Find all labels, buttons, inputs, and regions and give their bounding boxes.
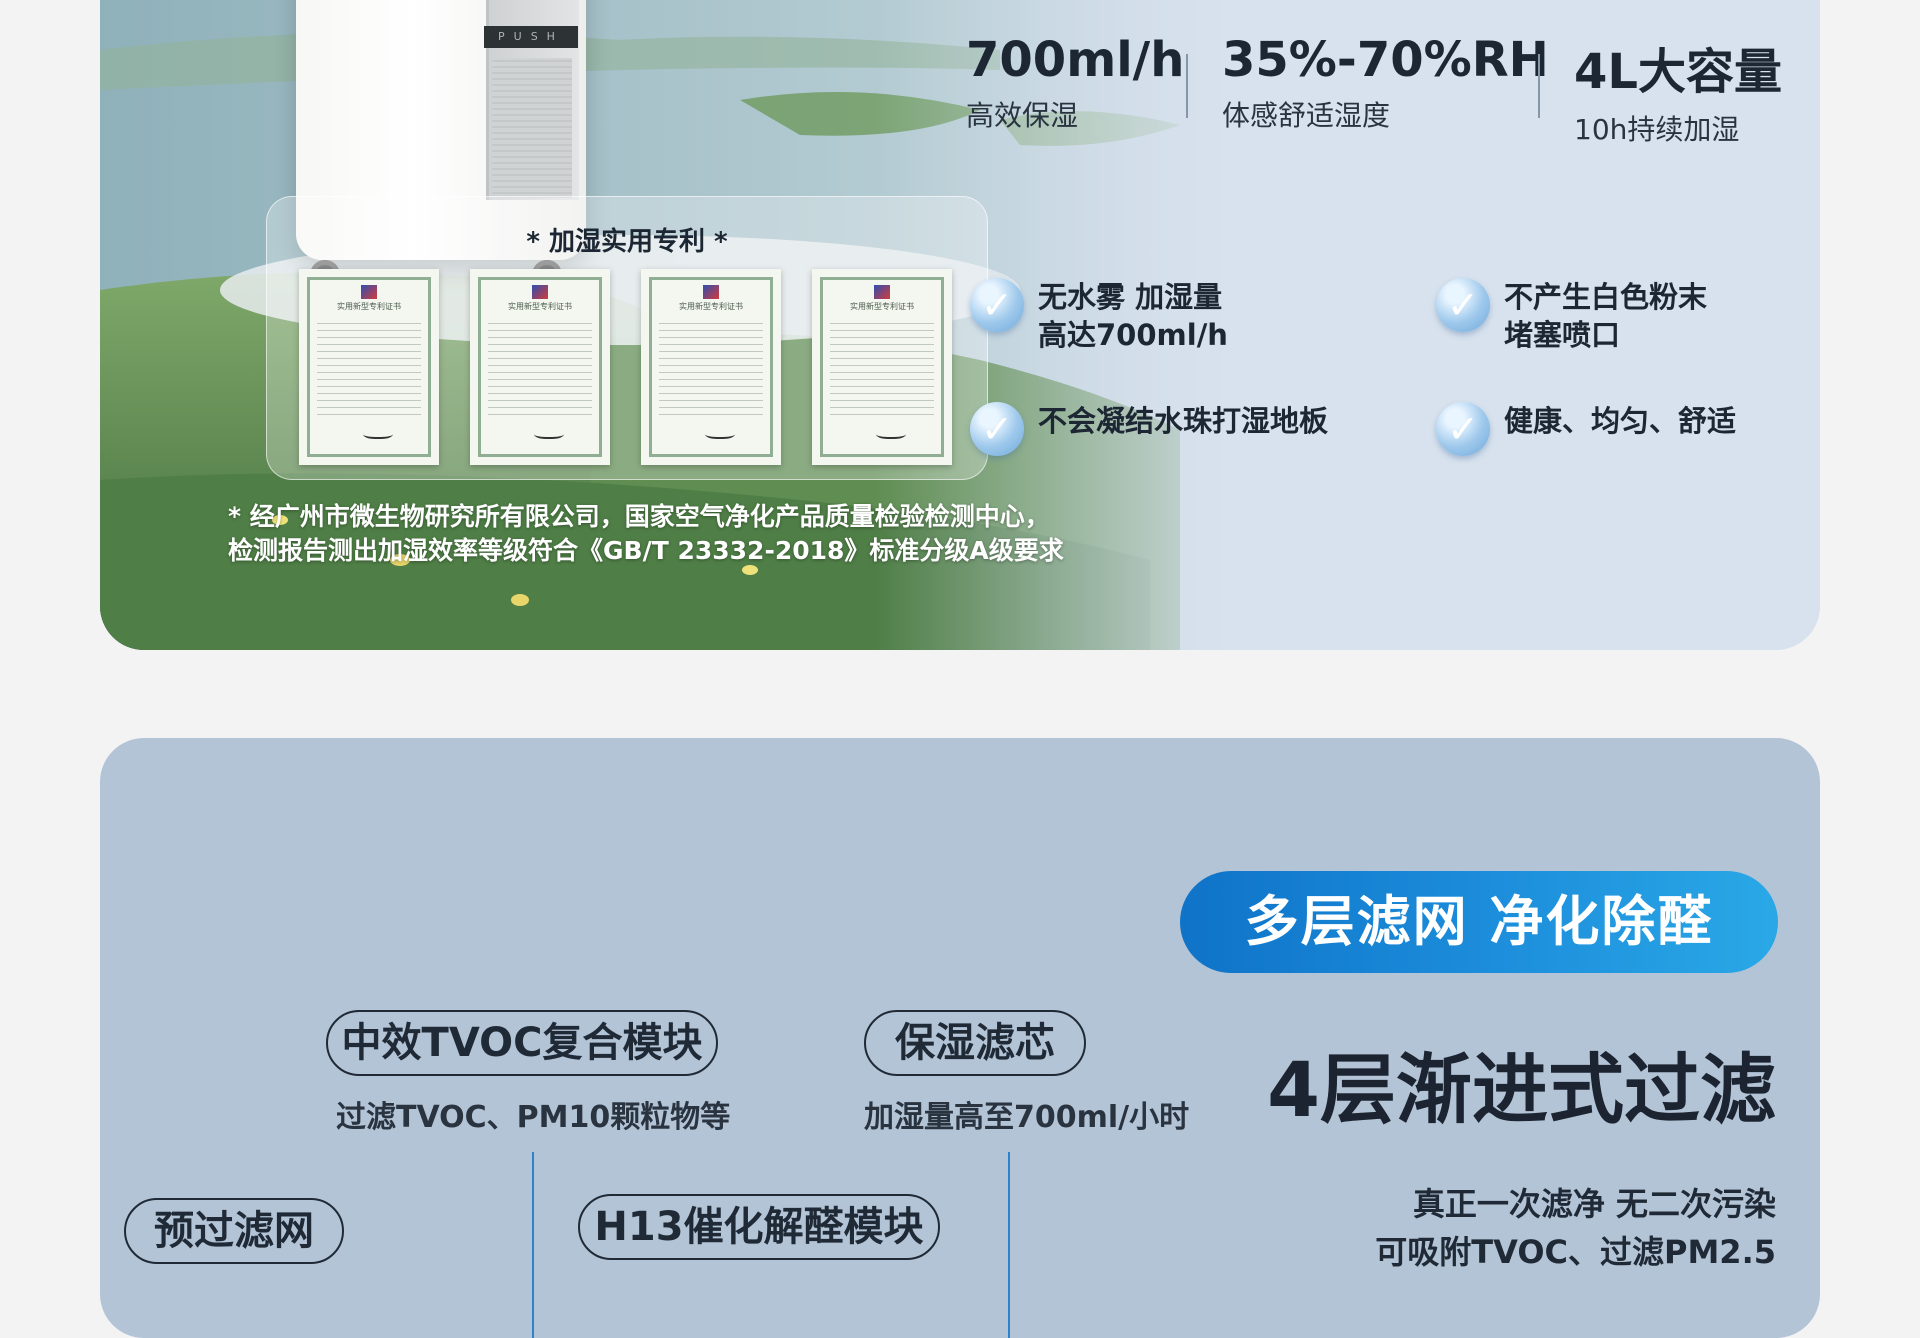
sub-line-1: 真正一次滤净 无二次污染	[1412, 1185, 1776, 1223]
stat-humidity-range: 35%-70%RH 体感舒适湿度	[1222, 32, 1549, 134]
filtration-card: 多层滤网 净化除醛 4层渐进式过滤 真正一次滤净 无二次污染 可吸附TVOC、过…	[100, 738, 1820, 1338]
patent-panel: * 加湿实用专利 * 实用新型专利证书 实用新型专利证书 实用新型专利证书 实用…	[266, 196, 988, 480]
filtration-headline: 4层渐进式过滤	[1267, 1045, 1776, 1134]
module-humidifying-caption: 加湿量高至700ml/小时	[864, 1100, 1190, 1135]
module-prefilter-pill: 预过滤网	[124, 1198, 344, 1264]
certificate-logo-icon	[532, 285, 548, 299]
note-line-1: * 经广州市微生物研究所有限公司，国家空气净化产品质量检验检测中心，	[228, 502, 1050, 531]
check-icon: ✓	[1436, 278, 1490, 332]
connector-line	[1008, 1152, 1010, 1338]
stat-capacity: 4L大容量 10h持续加湿	[1574, 32, 1782, 148]
stat-divider	[1538, 54, 1540, 118]
stat-value: 35%-70%RH	[1222, 32, 1549, 88]
connector-line	[532, 1152, 534, 1338]
feature-text: 无水雾 加湿量 高达700ml/h	[1038, 280, 1228, 352]
patent-title: * 加湿实用专利 *	[526, 227, 728, 257]
check-icon: ✓	[1436, 402, 1490, 456]
feature-item: ✓ 健康、均匀、舒适	[1436, 402, 1736, 456]
module-humidifying-pill: 保湿滤芯	[864, 1010, 1086, 1076]
feature-item: ✓ 无水雾 加湿量 高达700ml/h	[970, 278, 1228, 354]
module-tvoc-caption: 过滤TVOC、PM10颗粒物等	[336, 1100, 731, 1135]
certificate-logo-icon	[703, 285, 719, 299]
patent-certificate: 实用新型专利证书	[470, 269, 610, 465]
stat-value: 4L大容量	[1574, 44, 1782, 100]
certificate-heading: 实用新型专利证书	[337, 302, 401, 311]
stat-humidification-rate: 700ml/h 高效保湿	[966, 32, 1184, 134]
module-h13-pill: H13催化解醛模块	[578, 1194, 940, 1260]
feature-text: 不产生白色粉末 堵塞喷口	[1504, 280, 1708, 352]
push-button: PUSH	[484, 26, 578, 48]
stat-label: 高效保湿	[966, 99, 1079, 132]
certificate-logo-icon	[874, 285, 890, 299]
signature-icon	[876, 427, 906, 439]
certificate-text-lines	[317, 321, 421, 421]
signature-icon	[534, 427, 564, 439]
certificate-text-lines	[659, 321, 763, 421]
stat-divider	[1186, 54, 1188, 118]
device-grille	[492, 58, 572, 198]
stat-label: 10h持续加湿	[1574, 113, 1740, 146]
filtration-banner: 多层滤网 净化除醛	[1180, 871, 1778, 973]
stat-label: 体感舒适湿度	[1222, 99, 1391, 132]
certificate-heading: 实用新型专利证书	[508, 302, 572, 311]
test-report-note: * 经广州市微生物研究所有限公司，国家空气净化产品质量检验检测中心， 检测报告测…	[228, 500, 1064, 568]
patent-certificate: 实用新型专利证书	[812, 269, 952, 465]
certificate-heading: 实用新型专利证书	[679, 302, 743, 311]
feature-text: 健康、均匀、舒适	[1504, 404, 1737, 438]
patent-certificate: 实用新型专利证书	[641, 269, 781, 465]
note-line-2: 检测报告测出加湿效率等级符合《GB/T 23332-2018》标准分级A级要求	[228, 536, 1064, 565]
certificate-logo-icon	[361, 285, 377, 299]
signature-icon	[705, 427, 735, 439]
patent-certificate: 实用新型专利证书	[299, 269, 439, 465]
feature-item: ✓ 不产生白色粉末 堵塞喷口	[1436, 278, 1707, 354]
feature-item: ✓ 不会凝结水珠打湿地板	[970, 402, 1328, 456]
feature-text: 不会凝结水珠打湿地板	[1038, 404, 1329, 438]
signature-icon	[363, 427, 393, 439]
check-icon: ✓	[970, 278, 1024, 332]
check-icon: ✓	[970, 402, 1024, 456]
stat-value: 700ml/h	[966, 32, 1185, 88]
humidification-card: PUSH * 加湿实用专利 * 实用新型专利证书 实用新型专利证书 实用新型专利…	[100, 0, 1820, 650]
sub-line-2: 可吸附TVOC、过滤PM2.5	[1375, 1233, 1776, 1271]
certificate-text-lines	[488, 321, 592, 421]
certificate-text-lines	[830, 321, 934, 421]
module-tvoc-pill: 中效TVOC复合模块	[326, 1010, 718, 1076]
filtration-subtext: 真正一次滤净 无二次污染 可吸附TVOC、过滤PM2.5	[1375, 1180, 1776, 1276]
certificate-heading: 实用新型专利证书	[850, 302, 914, 311]
